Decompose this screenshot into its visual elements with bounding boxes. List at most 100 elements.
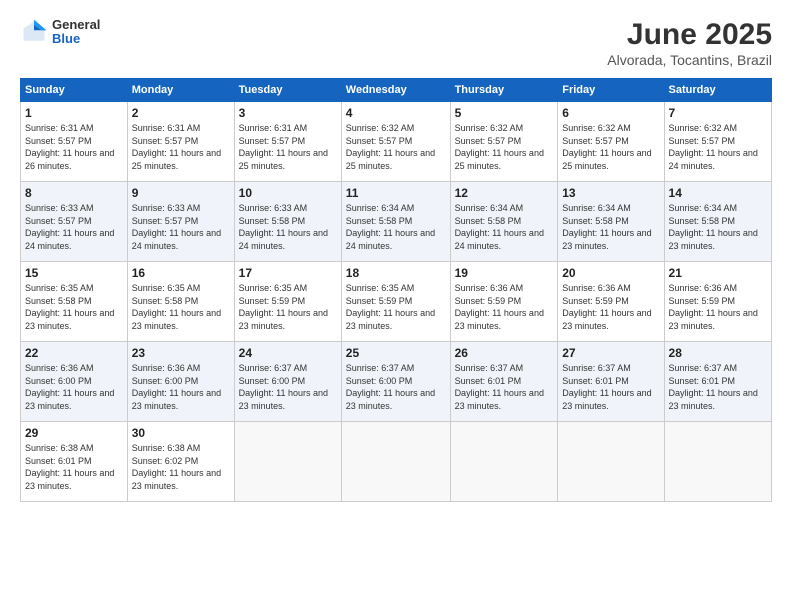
day-info: Sunrise: 6:37 AMSunset: 6:01 PMDaylight:…	[562, 362, 659, 412]
calendar-cell: 27 Sunrise: 6:37 AMSunset: 6:01 PMDayligh…	[558, 342, 664, 422]
calendar-cell: 16 Sunrise: 6:35 AMSunset: 5:58 PMDayligh…	[127, 262, 234, 342]
col-header-tuesday: Tuesday	[234, 79, 341, 102]
col-header-monday: Monday	[127, 79, 234, 102]
calendar-cell: 21 Sunrise: 6:36 AMSunset: 5:59 PMDayligh…	[664, 262, 771, 342]
location: Alvorada, Tocantins, Brazil	[607, 52, 772, 68]
day-info: Sunrise: 6:36 AMSunset: 5:59 PMDaylight:…	[455, 282, 554, 332]
day-number: 5	[455, 106, 554, 120]
day-number: 22	[25, 346, 123, 360]
calendar-cell: 7 Sunrise: 6:32 AMSunset: 5:57 PMDaylight…	[664, 102, 771, 182]
day-number: 8	[25, 186, 123, 200]
calendar-cell: 22 Sunrise: 6:36 AMSunset: 6:00 PMDayligh…	[21, 342, 128, 422]
day-number: 2	[132, 106, 230, 120]
logo: General Blue	[20, 18, 100, 47]
day-info: Sunrise: 6:37 AMSunset: 6:01 PMDaylight:…	[455, 362, 554, 412]
calendar-cell: 2 Sunrise: 6:31 AMSunset: 5:57 PMDaylight…	[127, 102, 234, 182]
day-number: 27	[562, 346, 659, 360]
day-number: 10	[239, 186, 337, 200]
day-number: 12	[455, 186, 554, 200]
day-info: Sunrise: 6:32 AMSunset: 5:57 PMDaylight:…	[455, 122, 554, 172]
day-number: 11	[346, 186, 446, 200]
day-number: 24	[239, 346, 337, 360]
day-number: 23	[132, 346, 230, 360]
day-info: Sunrise: 6:34 AMSunset: 5:58 PMDaylight:…	[562, 202, 659, 252]
calendar-cell: 19 Sunrise: 6:36 AMSunset: 5:59 PMDayligh…	[450, 262, 558, 342]
day-info: Sunrise: 6:31 AMSunset: 5:57 PMDaylight:…	[132, 122, 230, 172]
col-header-saturday: Saturday	[664, 79, 771, 102]
calendar-cell: 20Sunrise: 6:36 AMSunset: 5:59 PMDayligh…	[558, 262, 664, 342]
day-info: Sunrise: 6:36 AMSunset: 5:59 PMDaylight:…	[562, 282, 659, 332]
day-number: 14	[669, 186, 767, 200]
calendar-week-row: 1Sunrise: 6:31 AMSunset: 5:57 PMDaylight…	[21, 102, 772, 182]
calendar-cell: 24 Sunrise: 6:37 AMSunset: 6:00 PMDayligh…	[234, 342, 341, 422]
day-info: Sunrise: 6:33 AMSunset: 5:57 PMDaylight:…	[132, 202, 230, 252]
calendar-cell: 28 Sunrise: 6:37 AMSunset: 6:01 PMDayligh…	[664, 342, 771, 422]
header: General Blue June 2025 Alvorada, Tocanti…	[20, 18, 772, 68]
calendar-cell: 8 Sunrise: 6:33 AMSunset: 5:57 PMDaylight…	[21, 182, 128, 262]
calendar-cell	[341, 422, 450, 502]
day-info: Sunrise: 6:36 AMSunset: 6:00 PMDaylight:…	[25, 362, 123, 412]
day-info: Sunrise: 6:35 AMSunset: 5:58 PMDaylight:…	[132, 282, 230, 332]
logo-text: General Blue	[52, 18, 100, 47]
day-number: 25	[346, 346, 446, 360]
calendar-cell: 14 Sunrise: 6:34 AMSunset: 5:58 PMDayligh…	[664, 182, 771, 262]
calendar-week-row: 15 Sunrise: 6:35 AMSunset: 5:58 PMDayligh…	[21, 262, 772, 342]
calendar-cell: 1Sunrise: 6:31 AMSunset: 5:57 PMDaylight…	[21, 102, 128, 182]
day-number: 9	[132, 186, 230, 200]
title-block: June 2025 Alvorada, Tocantins, Brazil	[607, 18, 772, 68]
calendar-cell: 11 Sunrise: 6:34 AMSunset: 5:58 PMDayligh…	[341, 182, 450, 262]
day-info: Sunrise: 6:34 AMSunset: 5:58 PMDaylight:…	[346, 202, 446, 252]
calendar-cell: 17Sunrise: 6:35 AMSunset: 5:59 PMDayligh…	[234, 262, 341, 342]
logo-icon	[20, 18, 48, 46]
col-header-friday: Friday	[558, 79, 664, 102]
col-header-thursday: Thursday	[450, 79, 558, 102]
day-info: Sunrise: 6:31 AMSunset: 5:57 PMDaylight:…	[239, 122, 337, 172]
calendar-week-row: 22 Sunrise: 6:36 AMSunset: 6:00 PMDayligh…	[21, 342, 772, 422]
day-info: Sunrise: 6:37 AMSunset: 6:00 PMDaylight:…	[239, 362, 337, 412]
day-info: Sunrise: 6:34 AMSunset: 5:58 PMDaylight:…	[455, 202, 554, 252]
calendar-cell	[234, 422, 341, 502]
calendar-cell: 3 Sunrise: 6:31 AMSunset: 5:57 PMDaylight…	[234, 102, 341, 182]
calendar-cell	[450, 422, 558, 502]
day-number: 26	[455, 346, 554, 360]
day-info: Sunrise: 6:38 AMSunset: 6:01 PMDaylight:…	[25, 442, 123, 492]
calendar-cell	[558, 422, 664, 502]
calendar-cell: 5 Sunrise: 6:32 AMSunset: 5:57 PMDaylight…	[450, 102, 558, 182]
day-info: Sunrise: 6:34 AMSunset: 5:58 PMDaylight:…	[669, 202, 767, 252]
day-info: Sunrise: 6:33 AMSunset: 5:57 PMDaylight:…	[25, 202, 123, 252]
calendar-cell: 23 Sunrise: 6:36 AMSunset: 6:00 PMDayligh…	[127, 342, 234, 422]
calendar-cell: 30Sunrise: 6:38 AMSunset: 6:02 PMDayligh…	[127, 422, 234, 502]
calendar-cell: 4 Sunrise: 6:32 AMSunset: 5:57 PMDaylight…	[341, 102, 450, 182]
day-info: Sunrise: 6:37 AMSunset: 6:01 PMDaylight:…	[669, 362, 767, 412]
day-info: Sunrise: 6:33 AMSunset: 5:58 PMDaylight:…	[239, 202, 337, 252]
calendar-cell: 9 Sunrise: 6:33 AMSunset: 5:57 PMDaylight…	[127, 182, 234, 262]
day-number: 19	[455, 266, 554, 280]
day-number: 4	[346, 106, 446, 120]
day-number: 28	[669, 346, 767, 360]
day-info: Sunrise: 6:32 AMSunset: 5:57 PMDaylight:…	[669, 122, 767, 172]
day-number: 18	[346, 266, 446, 280]
day-number: 17	[239, 266, 337, 280]
day-info: Sunrise: 6:32 AMSunset: 5:57 PMDaylight:…	[346, 122, 446, 172]
day-number: 7	[669, 106, 767, 120]
logo-blue-text: Blue	[52, 32, 100, 46]
day-number: 3	[239, 106, 337, 120]
day-info: Sunrise: 6:35 AMSunset: 5:59 PMDaylight:…	[346, 282, 446, 332]
logo-general-text: General	[52, 18, 100, 32]
calendar-cell: 12 Sunrise: 6:34 AMSunset: 5:58 PMDayligh…	[450, 182, 558, 262]
calendar-cell: 25Sunrise: 6:37 AMSunset: 6:00 PMDayligh…	[341, 342, 450, 422]
day-number: 21	[669, 266, 767, 280]
day-info: Sunrise: 6:31 AMSunset: 5:57 PMDaylight:…	[25, 122, 123, 172]
day-number: 29	[25, 426, 123, 440]
day-number: 30	[132, 426, 230, 440]
day-number: 15	[25, 266, 123, 280]
calendar-cell: 10 Sunrise: 6:33 AMSunset: 5:58 PMDayligh…	[234, 182, 341, 262]
page: General Blue June 2025 Alvorada, Tocanti…	[0, 0, 792, 612]
month-title: June 2025	[607, 18, 772, 52]
col-header-wednesday: Wednesday	[341, 79, 450, 102]
calendar-cell: 6Sunrise: 6:32 AMSunset: 5:57 PMDaylight…	[558, 102, 664, 182]
day-info: Sunrise: 6:36 AMSunset: 5:59 PMDaylight:…	[669, 282, 767, 332]
calendar-cell: 18 Sunrise: 6:35 AMSunset: 5:59 PMDayligh…	[341, 262, 450, 342]
day-number: 16	[132, 266, 230, 280]
day-info: Sunrise: 6:36 AMSunset: 6:00 PMDaylight:…	[132, 362, 230, 412]
